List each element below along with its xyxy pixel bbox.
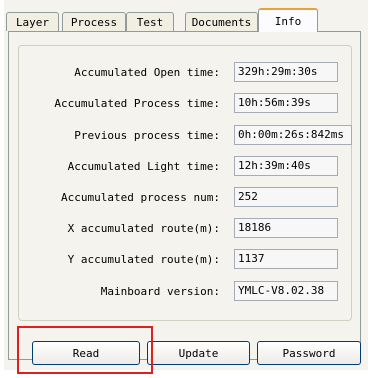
- previous-process-time-label: Previous process time:: [74, 129, 220, 142]
- info-row-process-num: Accumulated process num: 252: [19, 187, 353, 209]
- open-time-field[interactable]: 329h:29m:30s: [234, 62, 338, 82]
- password-button[interactable]: Password: [257, 341, 361, 365]
- y-route-field[interactable]: 1137: [234, 249, 338, 269]
- info-row-y-route: Y accumulated route(m): 1137: [19, 249, 353, 271]
- info-row-light-time: Accumulated Light time: 12h:39m:40s: [19, 156, 353, 178]
- info-row-process-time: Accumulated Process time: 10h:56m:39s: [19, 93, 353, 115]
- previous-process-time-field[interactable]: 0h:00m:26s:842ms: [234, 125, 352, 145]
- open-time-label: Accumulated Open time:: [74, 66, 220, 79]
- process-time-field[interactable]: 10h:56m:39s: [234, 93, 338, 113]
- tab-documents[interactable]: Documents: [185, 12, 258, 31]
- read-button[interactable]: Read: [32, 341, 140, 365]
- settings-window: Layer Process Test Documents Info Accumu…: [4, 0, 368, 374]
- x-route-field[interactable]: 18186: [234, 218, 338, 238]
- x-route-label: X accumulated route(m):: [67, 222, 220, 235]
- info-row-open-time: Accumulated Open time: 329h:29m:30s: [19, 62, 353, 84]
- y-route-label: Y accumulated route(m):: [67, 253, 220, 266]
- light-time-field[interactable]: 12h:39m:40s: [234, 156, 338, 176]
- info-row-mainboard-version: Mainboard version: YMLC-V8.02.38: [19, 281, 353, 303]
- tab-test[interactable]: Test: [126, 12, 174, 31]
- mainboard-version-label: Mainboard version:: [100, 285, 220, 298]
- info-panel: Accumulated Open time: 329h:29m:30s Accu…: [8, 31, 361, 360]
- light-time-label: Accumulated Light time:: [67, 160, 220, 173]
- tab-layer[interactable]: Layer: [6, 12, 59, 31]
- tab-process[interactable]: Process: [62, 12, 126, 31]
- info-row-previous-process-time: Previous process time: 0h:00m:26s:842ms: [19, 125, 353, 147]
- process-num-field[interactable]: 252: [234, 187, 338, 207]
- info-row-x-route: X accumulated route(m): 18186: [19, 218, 353, 240]
- mainboard-version-field[interactable]: YMLC-V8.02.38: [234, 281, 338, 301]
- tab-bar: Layer Process Test Documents Info: [4, 8, 368, 32]
- tab-info[interactable]: Info: [258, 8, 318, 32]
- update-button[interactable]: Update: [147, 341, 250, 365]
- info-group: Accumulated Open time: 329h:29m:30s Accu…: [18, 45, 352, 321]
- process-num-label: Accumulated process num:: [61, 191, 220, 204]
- process-time-label: Accumulated Process time:: [54, 97, 220, 110]
